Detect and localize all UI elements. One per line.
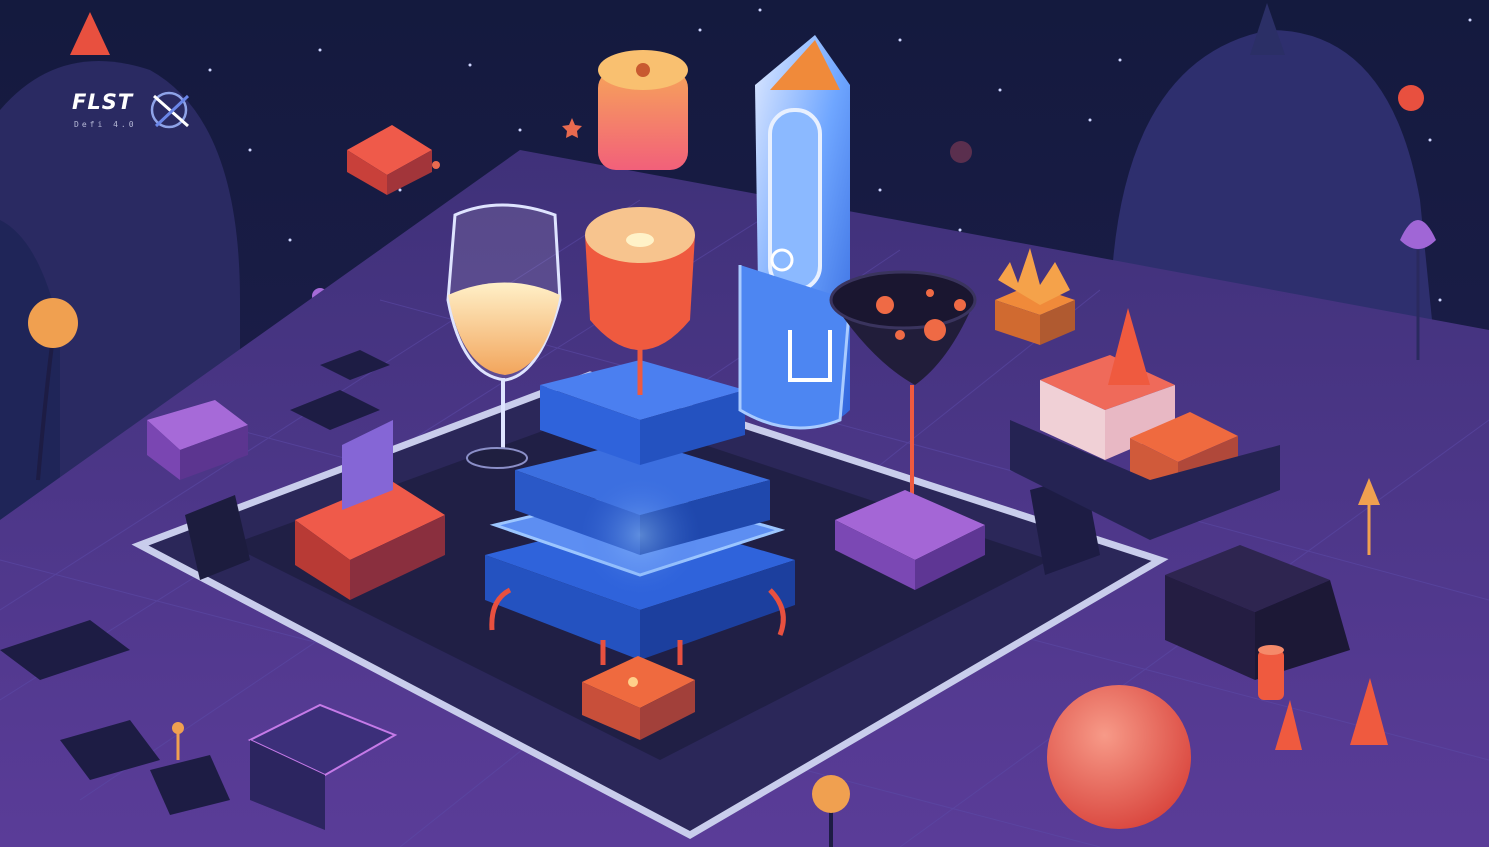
brand-subtitle: Defi 4.0 — [74, 120, 137, 129]
floating-cylinder — [598, 50, 688, 170]
isometric-defi-artwork — [0, 0, 1489, 847]
x-mark-icon — [150, 91, 190, 129]
brand-logo: FLST Defi 4.0 — [68, 84, 208, 134]
illustration-scene: FLST Defi 4.0 — [0, 0, 1489, 847]
brand-title: FLST — [72, 90, 134, 114]
coral-sphere — [1047, 685, 1191, 829]
